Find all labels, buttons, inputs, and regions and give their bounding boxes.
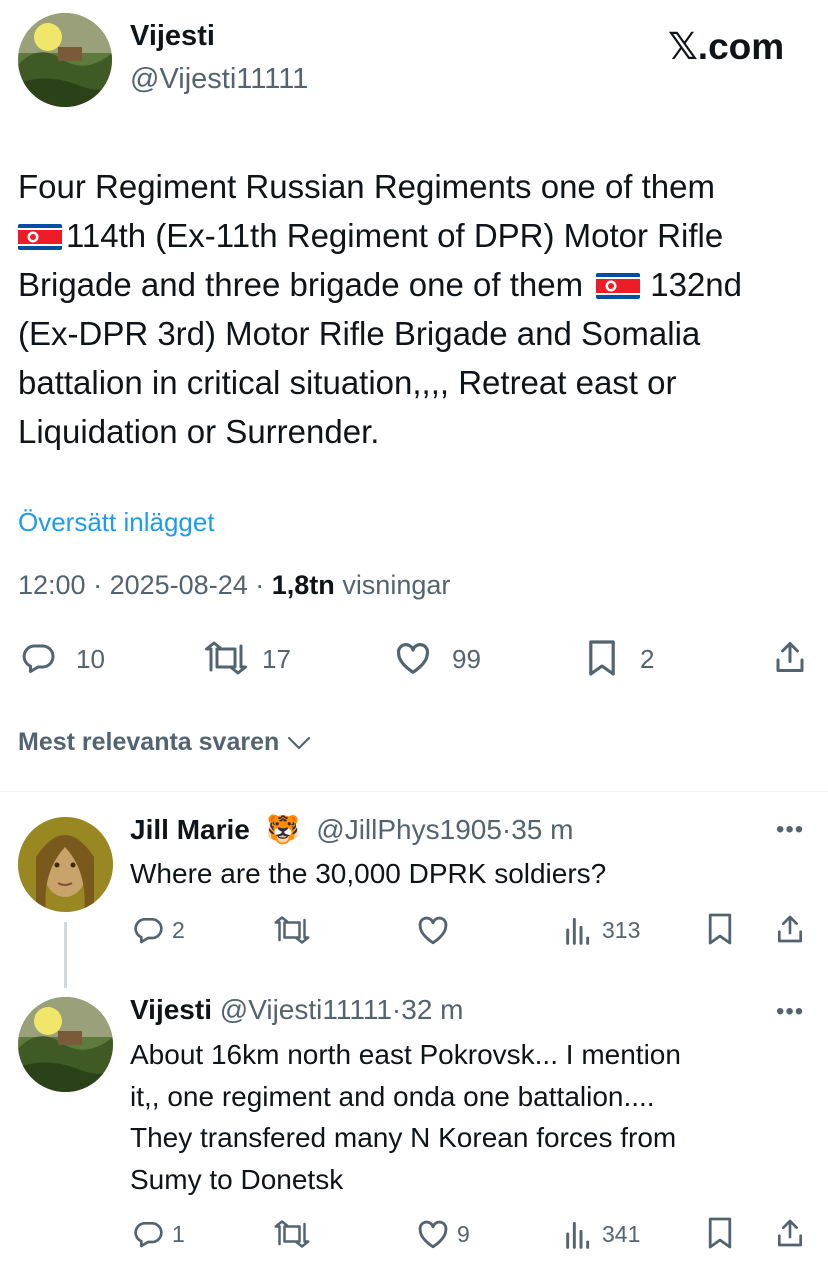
bookmark-icon[interactable] (586, 638, 618, 678)
share-icon[interactable] (772, 638, 808, 676)
reply-line: Where are the 30,000 DPRK soldiers? (130, 858, 607, 889)
share-icon[interactable] (774, 912, 806, 946)
reply-text: Where are the 30,000 DPRK soldiers? (130, 853, 606, 895)
post-line: Liquidation or Surrender. (18, 413, 380, 450)
thread-line (64, 922, 67, 988)
meta-separator: · (391, 994, 402, 1025)
section-divider (0, 791, 828, 792)
views-count: 1,8tn (271, 570, 335, 600)
views-icon[interactable] (562, 1218, 592, 1250)
like-icon[interactable] (394, 640, 432, 676)
translate-link[interactable]: Översätt inlägget (18, 507, 215, 538)
author-avatar[interactable] (18, 13, 112, 107)
north-korea-flag-icon (596, 263, 641, 299)
share-icon[interactable] (774, 1216, 806, 1250)
author-name[interactable]: Vijesti (130, 20, 215, 53)
reply-sort-dropdown[interactable]: Mest relevanta svaren (18, 728, 312, 757)
post-date[interactable]: 2025-08-24 (110, 570, 248, 600)
tiger-emoji: 🐯 (265, 814, 301, 845)
post-line: (Ex-DPR 3rd) Motor Rifle Brigade and Som… (18, 315, 701, 352)
reply-author-name[interactable]: Vijesti (130, 994, 212, 1025)
like-icon[interactable] (416, 914, 450, 946)
views-label: visningar (342, 570, 451, 600)
north-korea-flag-icon (18, 214, 62, 250)
reply-line: About 16km north east Pokrovsk... I ment… (130, 1039, 681, 1070)
repost-icon[interactable] (272, 1218, 312, 1250)
reply-icon[interactable] (20, 640, 56, 676)
repost-count: 17 (262, 644, 291, 674)
more-icon[interactable]: ••• (776, 998, 804, 1026)
meta-separator: · (255, 570, 265, 600)
bookmark-icon[interactable] (706, 1216, 734, 1250)
reply-count: 2 (172, 917, 185, 943)
bookmark-count: 2 (640, 644, 655, 674)
post-meta: 12:00 · 2025-08-24 · 1,8tn visningar (18, 570, 450, 601)
post-time[interactable]: 12:00 (18, 570, 86, 600)
post-line: Four Regiment Russian Regiments one of t… (18, 168, 715, 205)
reply-header: Vijesti @Vijesti11111·32 m (130, 994, 464, 1026)
reply-line: it,, one regiment and onda one battalion… (130, 1080, 655, 1112)
views-icon[interactable] (562, 914, 592, 946)
reply-sort-label: Mest relevanta svaren (18, 728, 280, 756)
views-count: 341 (602, 1221, 641, 1247)
reply-avatar[interactable] (18, 817, 113, 912)
reply-count: 1 (172, 1221, 185, 1247)
like-icon[interactable] (416, 1218, 450, 1250)
views-count: 313 (602, 917, 641, 943)
bookmark-icon[interactable] (706, 912, 734, 946)
reply-author-name[interactable]: Jill Marie (130, 814, 250, 845)
like-count: 9 (457, 1221, 470, 1247)
reply-time[interactable]: 32 m (401, 994, 463, 1025)
reply-icon[interactable] (132, 914, 164, 946)
reply-line: They transfered many N Korean forces fro… (130, 1122, 677, 1153)
meta-separator: · (93, 570, 103, 600)
reply-avatar[interactable] (18, 997, 113, 1092)
reply-icon[interactable] (132, 1218, 164, 1250)
post-line: 114th (Ex-11th Regiment of DPR) Motor Ri… (18, 211, 818, 260)
reply-author-handle[interactable]: @Vijesti11111 (220, 994, 392, 1025)
repost-icon[interactable] (202, 640, 250, 676)
repost-icon[interactable] (272, 914, 312, 946)
post-line: battalion in critical situation,,,, Retr… (18, 364, 677, 401)
reply-header: Jill Marie 🐯 @JillPhys1905·35 m (130, 813, 573, 846)
reply-author-handle[interactable]: @JillPhys1905 (316, 814, 502, 845)
reply-count: 10 (76, 644, 105, 674)
reply-line: Sumy to Donetsk (130, 1163, 344, 1195)
reply-time[interactable]: 35 m (511, 814, 573, 845)
x-logo: 𝕏.com (668, 26, 785, 67)
reply-text: About 16km north east Pokrovsk... I ment… (130, 1034, 681, 1200)
meta-separator: · (501, 814, 512, 845)
more-icon[interactable]: ••• (776, 816, 804, 844)
post-line: Brigade and three brigade one of them 13… (18, 260, 818, 309)
like-count: 99 (452, 644, 481, 674)
chevron-down-icon (286, 734, 312, 752)
post-text: Four Regiment Russian Regiments one of t… (18, 162, 818, 456)
author-handle[interactable]: @Vijesti11111 (130, 63, 308, 96)
